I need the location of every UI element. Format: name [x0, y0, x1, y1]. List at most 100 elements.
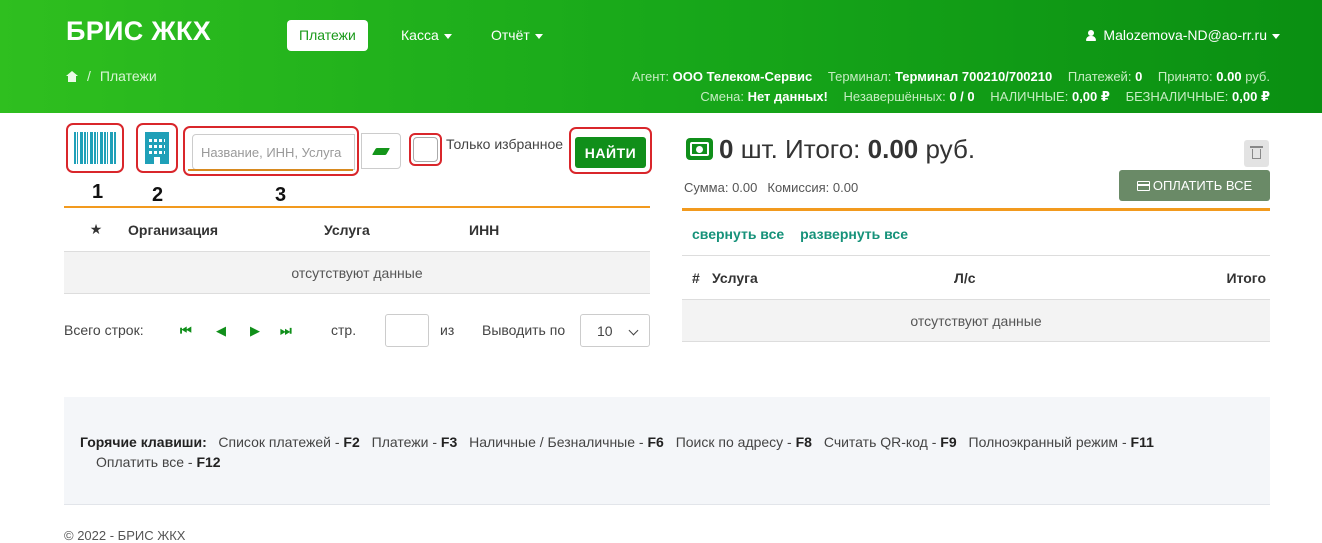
- first-page-button[interactable]: ⏮: [180, 314, 192, 347]
- shift-value: Нет данных!: [747, 89, 828, 104]
- agent-value: ООО Телеком-Сервис: [672, 69, 813, 84]
- unfinished-label: Незавершённых:: [843, 89, 946, 104]
- column-service[interactable]: Услуга: [324, 222, 469, 238]
- cart-sum: Сумма: 0.00: [684, 180, 758, 195]
- cart-total-value: 0.00: [867, 134, 919, 164]
- cart-total-unit: руб.: [925, 134, 976, 164]
- hotkey-item: Наличные / Безналичные - F6: [469, 434, 664, 450]
- user-menu[interactable]: Malozemova-ND@ao-rr.ru: [1086, 20, 1280, 51]
- nav-cashbox-dropdown[interactable]: Касса: [401, 20, 452, 51]
- favorite-star-icon[interactable]: ★: [64, 221, 128, 238]
- hotkey-item: Платежи - F3: [372, 434, 458, 450]
- hotkey-item: Поиск по адресу - F8: [676, 434, 812, 450]
- cash-label: НАЛИЧНЫЕ:: [990, 89, 1069, 104]
- hotkey-label: Поиск по адресу -: [675, 434, 796, 450]
- hotkey-key: F11: [1130, 434, 1154, 450]
- brand-logo[interactable]: БРИС ЖКХ: [66, 16, 211, 47]
- terminal-value: Терминал 700210/700210: [895, 69, 1053, 84]
- prev-page-button[interactable]: ◀: [216, 314, 226, 347]
- clear-search-button[interactable]: [361, 133, 401, 169]
- collapse-controls: свернуть все развернуть все: [682, 211, 1270, 256]
- trash-icon: [1250, 146, 1263, 148]
- hotkeys-title: Горячие клавиши:: [80, 434, 207, 450]
- empty-state: отсутствуют данные: [64, 252, 650, 294]
- nav-report-dropdown[interactable]: Отчёт: [491, 20, 543, 51]
- home-icon[interactable]: [66, 71, 78, 82]
- per-page-select[interactable]: 10: [580, 314, 650, 347]
- money-icon: [686, 138, 713, 160]
- favorites-label: Только избранное: [446, 136, 564, 152]
- total-rows-label: Всего строк:: [64, 322, 144, 338]
- find-button[interactable]: НАЙТИ: [575, 137, 646, 168]
- last-page-button[interactable]: ⏭: [280, 314, 292, 347]
- pay-all-button[interactable]: ОПЛАТИТЬ ВСЕ: [1119, 170, 1270, 201]
- hotkey-key: F3: [440, 434, 458, 450]
- hotkey-label: Оплатить все -: [96, 454, 197, 470]
- collapse-all-link[interactable]: свернуть все: [692, 226, 784, 242]
- search-underline: [188, 169, 353, 171]
- column-service: Услуга: [712, 270, 758, 286]
- trash-body-icon: [1252, 149, 1261, 159]
- cashless-label: БЕЗНАЛИЧНЫЕ:: [1125, 89, 1229, 104]
- annotation-number-3: 3: [275, 184, 287, 206]
- building-icon: [145, 132, 169, 164]
- session-info-line2: Смена: Нет данных! Незавершённых: 0 / 0 …: [700, 89, 1270, 105]
- session-info-line1: Агент: ООО Телеком-Сервис Терминал: Терм…: [632, 69, 1270, 84]
- cart-sum-line: Сумма: 0.00 Комиссия: 0.00: [684, 180, 858, 195]
- cashless-value: 0,00 ₽: [1232, 89, 1270, 104]
- barcode-scan-button[interactable]: [66, 123, 124, 173]
- nav-report-label: Отчёт: [491, 27, 530, 43]
- user-email: Malozemova-ND@ao-rr.ru: [1103, 27, 1267, 43]
- of-label: из: [440, 322, 455, 338]
- hotkeys-line1: Горячие клавиши: Список платежей - F2 Пл…: [80, 432, 1254, 452]
- hotkey-key: F2: [343, 434, 360, 450]
- unfinished-value: 0 / 0: [949, 89, 975, 104]
- user-icon: [1086, 30, 1097, 41]
- column-account: Л/с: [954, 270, 976, 286]
- nav-cashbox-label: Касса: [401, 27, 439, 43]
- organizations-table-header: ★ Организация Услуга ИНН: [64, 208, 650, 252]
- nav-payments[interactable]: Платежи: [287, 20, 368, 51]
- column-organization[interactable]: Организация: [128, 222, 324, 238]
- hotkey-item: Считать QR-код - F9: [824, 434, 957, 450]
- cart-total-label: Итого:: [785, 134, 861, 164]
- breadcrumb: / Платежи: [66, 68, 157, 84]
- caret-down-icon: [1272, 33, 1280, 39]
- shift-label: Смена:: [700, 89, 744, 104]
- hotkey-key: F12: [196, 454, 221, 470]
- search-input[interactable]: [192, 134, 355, 170]
- clear-cart-button[interactable]: [1244, 140, 1269, 167]
- top-navbar: БРИС ЖКХ Платежи Касса Отчёт Malozemova-…: [0, 0, 1322, 113]
- payments-count-label: Платежей:: [1067, 69, 1132, 84]
- cart-count-unit: шт.: [740, 134, 778, 164]
- breadcrumb-separator: /: [87, 68, 91, 84]
- cart-table: свернуть все развернуть все # Услуга Л/с …: [682, 208, 1270, 342]
- page-number-input[interactable]: [385, 314, 429, 347]
- caret-down-icon: [443, 33, 452, 39]
- cart-empty-state: отсутствуют данные: [682, 300, 1270, 342]
- annotation-number-1: 1: [92, 181, 104, 203]
- hotkey-label: Полноэкранный режим -: [968, 434, 1131, 450]
- organization-button[interactable]: [136, 123, 178, 173]
- credit-card-icon: [1136, 181, 1150, 191]
- cart-commission: Комиссия: 0.00: [767, 180, 859, 195]
- expand-all-link[interactable]: развернуть все: [800, 226, 908, 242]
- column-inn[interactable]: ИНН: [469, 222, 499, 238]
- cart-count: 0: [719, 134, 734, 164]
- cart-total: 0 шт. Итого: 0.00 руб.: [686, 134, 975, 165]
- annotation-number-2: 2: [152, 184, 164, 206]
- hotkey-label: Считать QR-код -: [823, 434, 941, 450]
- hotkey-label: Список платежей -: [218, 434, 344, 450]
- page-label: стр.: [331, 322, 357, 338]
- column-number: #: [692, 270, 700, 286]
- hotkey-label: Наличные / Безналичные -: [469, 434, 648, 450]
- accepted-value: 0.00: [1216, 69, 1242, 84]
- hotkey-item: Оплатить все - F12: [96, 454, 221, 470]
- cash-value: 0,00 ₽: [1071, 89, 1110, 104]
- next-page-button[interactable]: ▶: [250, 314, 260, 347]
- payments-count-value: 0: [1135, 69, 1143, 84]
- chevron-down-icon: [628, 325, 639, 336]
- favorites-checkbox[interactable]: [413, 137, 438, 162]
- hotkeys-panel: Горячие клавиши: Список платежей - F2 Пл…: [64, 397, 1270, 505]
- pagination: Всего строк: ⏮ ◀ ▶ ⏭ стр. из Выводить по…: [64, 314, 650, 354]
